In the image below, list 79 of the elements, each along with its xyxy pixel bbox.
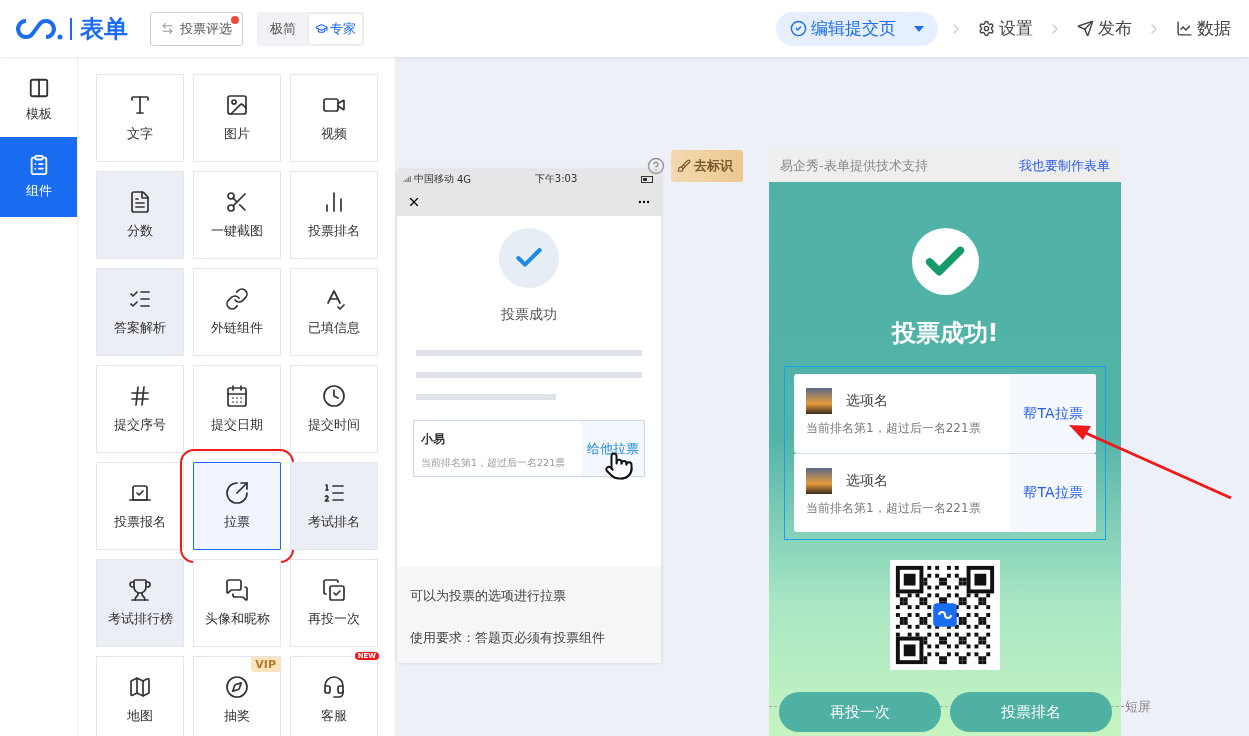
- component-tile[interactable]: 外链组件: [193, 268, 281, 356]
- component-tile[interactable]: 考试排名: [290, 462, 378, 550]
- step-tab[interactable]: 发布: [1073, 11, 1136, 46]
- component-tile[interactable]: 投票报名: [96, 462, 184, 550]
- logo-icon: [14, 16, 64, 41]
- component-tile[interactable]: 文字: [96, 74, 184, 162]
- component-tile[interactable]: 投票排名: [290, 171, 378, 259]
- step-tab[interactable]: 数据: [1172, 11, 1235, 46]
- option-name: 小易: [421, 431, 446, 448]
- close-icon[interactable]: [407, 195, 421, 209]
- headset-icon: [322, 675, 346, 699]
- link-icon: [225, 287, 249, 311]
- component-tile[interactable]: 视频: [290, 74, 378, 162]
- photo-placeholder: [806, 388, 832, 414]
- vote-review-button[interactable]: 投票评选: [150, 11, 243, 46]
- graduation-cap-icon: [315, 22, 328, 35]
- component-tile[interactable]: 头像和昵称: [193, 559, 281, 647]
- component-tile[interactable]: 分数: [96, 171, 184, 259]
- description-text: 可以为投票的选项进行拉票: [410, 587, 567, 605]
- clock-icon: [322, 384, 346, 408]
- step-tab[interactable]: 设置: [974, 11, 1037, 46]
- logo-text: 表单: [70, 17, 128, 40]
- battery-icon: [641, 175, 655, 183]
- clock-text: 下午3:03: [534, 172, 578, 186]
- scissors-icon: [225, 190, 249, 214]
- copy-check-icon: [322, 578, 346, 602]
- caret-icon: [914, 25, 924, 32]
- network-text: 4G: [457, 173, 472, 185]
- photo-placeholder: [806, 468, 832, 494]
- compass-icon: [225, 675, 249, 699]
- component-tile[interactable]: 图片: [193, 74, 281, 162]
- chat-icon: [225, 578, 249, 602]
- hash-icon: [128, 384, 152, 408]
- make-form-link[interactable]: 我也要制作表单: [1019, 157, 1110, 175]
- success-title: 投票成功: [501, 306, 557, 324]
- component-tile[interactable]: 拉票: [193, 462, 281, 550]
- canvass-button[interactable]: 帮TA拉票: [1010, 454, 1096, 532]
- component-tile[interactable]: 一键截图: [193, 171, 281, 259]
- component-tile[interactable]: 地图: [96, 656, 184, 736]
- rank-text: 当前排名第1，超过后一名221票: [806, 420, 982, 437]
- image-icon: [225, 93, 249, 117]
- send-icon: [1077, 20, 1094, 37]
- line-chart-icon: [1176, 20, 1193, 37]
- option-name: 选项名: [846, 472, 888, 490]
- panels-icon: [27, 77, 50, 99]
- tag-badge: VIP: [251, 657, 280, 672]
- mode-tab[interactable]: 专家: [309, 13, 362, 44]
- trophy-icon: [128, 578, 152, 602]
- option-name: 选项名: [846, 392, 888, 410]
- fold-label: 短屏: [1125, 698, 1151, 716]
- swap-icon: [161, 22, 174, 35]
- success-title: 投票成功!: [891, 318, 999, 349]
- component-tile[interactable]: 抽奖 VIP: [193, 656, 281, 736]
- calendar-icon: [225, 384, 249, 408]
- text-icon: [128, 93, 152, 117]
- map-icon: [128, 675, 152, 699]
- circle-arrow-icon: [225, 481, 249, 505]
- rank-text: 当前排名第1，超过后一名221票: [806, 500, 982, 517]
- broom-icon: [677, 159, 691, 173]
- component-tile[interactable]: 提交日期: [193, 365, 281, 453]
- support-text: 易企秀-表单提供技术支持: [780, 157, 928, 175]
- remove-watermark-button[interactable]: 去标识: [671, 150, 743, 182]
- carrier-text: 中国移动: [414, 172, 454, 186]
- component-tile[interactable]: 提交序号: [96, 365, 184, 453]
- component-tile[interactable]: 提交时间: [290, 365, 378, 453]
- mode-tab[interactable]: 极简: [259, 13, 307, 44]
- canvass-button[interactable]: 帮TA拉票: [1010, 374, 1096, 453]
- signal-icon: [403, 175, 411, 183]
- component-tile[interactable]: 答案解析: [96, 268, 184, 356]
- component-tile[interactable]: 考试排行榜: [96, 559, 184, 647]
- settings-icon: [978, 20, 995, 37]
- component-tile[interactable]: 已填信息: [290, 268, 378, 356]
- step-tab[interactable]: 编辑提交页: [776, 11, 938, 46]
- check-circle-icon: [790, 20, 807, 37]
- sidebar-item[interactable]: 组件: [0, 137, 77, 217]
- document-icon: [128, 190, 152, 214]
- component-tile[interactable]: 再投一次: [290, 559, 378, 647]
- numbered-list-icon: [322, 481, 346, 505]
- description-text: 使用要求：答题页必须有投票组件: [410, 629, 606, 647]
